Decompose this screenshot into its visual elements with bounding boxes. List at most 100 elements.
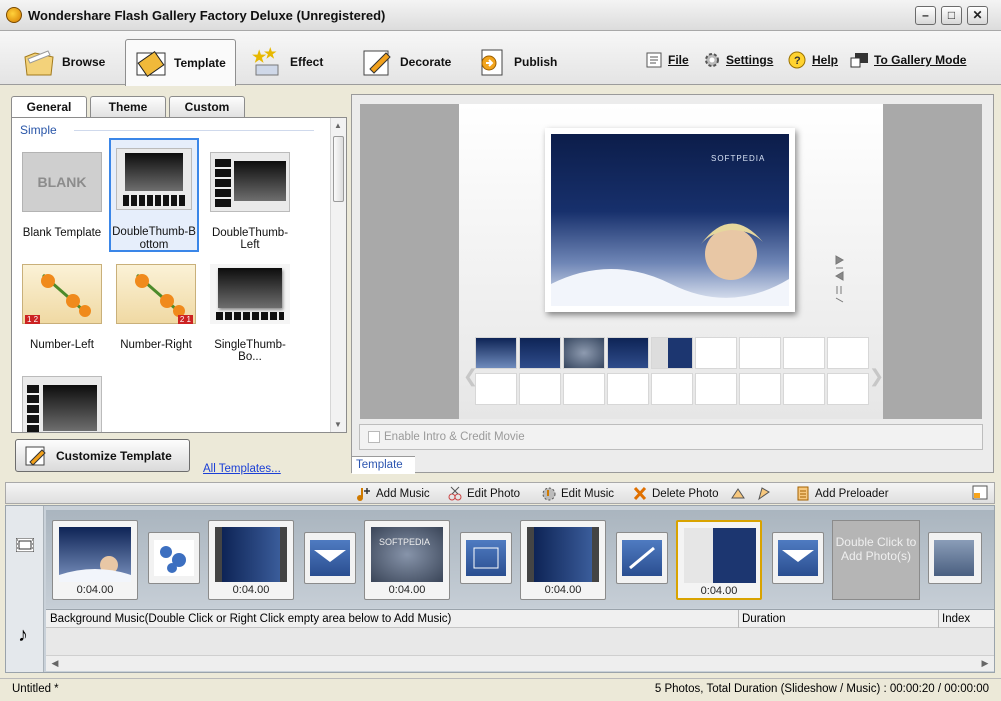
maximize-button[interactable]: □ xyxy=(941,6,962,25)
tab-publish[interactable]: Publish xyxy=(466,39,565,85)
music-col-duration: Duration xyxy=(742,613,786,625)
strip-next-icon[interactable]: ❯ xyxy=(869,366,884,387)
scroll-left-icon[interactable]: ◀ xyxy=(48,658,62,670)
photo-card-selected[interactable]: 0:04.00 xyxy=(676,520,762,600)
thumb-cell[interactable] xyxy=(827,373,869,405)
scroll-right-icon[interactable]: ▶ xyxy=(978,658,992,670)
add-photo-card[interactable]: Double Click to Add Photo(s) xyxy=(832,520,920,600)
template-partial[interactable] xyxy=(17,376,107,432)
pencil-icon xyxy=(360,45,394,79)
settings-menu[interactable]: Settings xyxy=(702,51,773,69)
thumb-cell[interactable] xyxy=(651,337,693,369)
thumb-cell[interactable] xyxy=(519,373,561,405)
music-list[interactable] xyxy=(46,628,994,655)
rotate-right-button[interactable] xyxy=(756,486,776,501)
gallery-mode-link[interactable]: To Gallery Mode xyxy=(850,51,966,69)
customize-template-button[interactable]: Customize Template xyxy=(15,439,190,472)
transition-card[interactable] xyxy=(148,532,200,584)
close-button[interactable]: ✕ xyxy=(967,6,988,25)
template-scrollbar[interactable]: ▲ ▼ xyxy=(330,118,346,432)
tab-custom[interactable]: Custom xyxy=(169,96,245,118)
transition-card[interactable] xyxy=(616,532,668,584)
scroll-thumb[interactable] xyxy=(333,136,344,202)
scroll-up-icon[interactable]: ▲ xyxy=(334,121,342,130)
thumb-cell[interactable] xyxy=(651,373,693,405)
file-menu[interactable]: File xyxy=(644,51,689,69)
thumb-cell[interactable] xyxy=(739,337,781,369)
transition-card[interactable] xyxy=(304,532,356,584)
timeline: ♪ 0:04.00 0:04.00 SOFTPEDIA 0:04.00 0:04… xyxy=(5,505,995,673)
group-label: Simple xyxy=(20,123,57,137)
template-singlethumb-bottom[interactable]: SingleThumb-Bo... xyxy=(205,264,295,363)
photo-card[interactable]: 0:04.00 xyxy=(52,520,138,600)
rotate-left-button[interactable] xyxy=(730,486,750,501)
thumb-cell[interactable] xyxy=(695,373,737,405)
thumb-cell[interactable] xyxy=(783,373,825,405)
template-number-left[interactable]: 1 2 Number-Left xyxy=(17,264,107,351)
all-templates-link[interactable]: All Templates... xyxy=(203,463,281,475)
thumb-cell[interactable] xyxy=(695,337,737,369)
enable-intro-option[interactable]: Enable Intro & Credit Movie xyxy=(359,424,983,450)
folder-icon xyxy=(22,45,56,79)
thumb-cell[interactable] xyxy=(475,373,517,405)
blank-thumb: BLANK xyxy=(22,152,102,212)
thumb-cell[interactable] xyxy=(739,373,781,405)
preview-tab-template[interactable]: Template xyxy=(352,456,415,474)
preview-photo: SOFTPEDIA xyxy=(545,128,795,312)
thumb-cell[interactable] xyxy=(783,337,825,369)
thumb-cell[interactable] xyxy=(563,337,605,369)
svg-text:?: ? xyxy=(794,55,801,67)
minimize-button[interactable]: – xyxy=(915,6,936,25)
thumb-cell[interactable] xyxy=(475,337,517,369)
enable-intro-checkbox[interactable] xyxy=(368,431,380,443)
photo-card[interactable]: SOFTPEDIA 0:04.00 xyxy=(364,520,450,600)
template-doublethumb-left[interactable]: DoubleThumb-Left xyxy=(205,152,295,251)
gear-icon xyxy=(702,51,722,69)
transition-card[interactable] xyxy=(928,532,982,584)
photo-card[interactable]: 0:04.00 xyxy=(520,520,606,600)
thumb-cell[interactable] xyxy=(607,337,649,369)
edit-music-button[interactable]: Edit Music xyxy=(541,486,614,501)
help-menu[interactable]: ? Help xyxy=(788,51,838,69)
thumb-cell[interactable] xyxy=(563,373,605,405)
thumb-cell[interactable] xyxy=(607,373,649,405)
status-bar: Untitled * 5 Photos, Total Duration (Sli… xyxy=(0,678,1001,701)
add-preloader-button[interactable]: Add Preloader xyxy=(795,486,889,501)
add-music-button[interactable]: Add Music xyxy=(356,486,430,501)
music-col-index: Index xyxy=(942,613,971,625)
number-left-thumb: 1 2 xyxy=(22,264,102,324)
timeline-toolbar: Add Music Edit Photo Edit Music Delete P… xyxy=(5,482,995,504)
edit-music-icon xyxy=(541,486,557,501)
thumb-cell[interactable] xyxy=(827,337,869,369)
music-track-icon: ♪ xyxy=(18,624,28,646)
thumb-cell[interactable] xyxy=(519,337,561,369)
file-icon xyxy=(644,51,664,69)
number-right-thumb: 2 1 xyxy=(116,264,196,324)
transition-card[interactable] xyxy=(772,532,824,584)
expand-button[interactable] xyxy=(972,485,992,500)
scroll-down-icon[interactable]: ▼ xyxy=(334,420,342,429)
tab-browse[interactable]: Browse xyxy=(14,39,113,85)
timeline-hscrollbar[interactable]: ◀ ▶ xyxy=(46,655,994,671)
template-blank[interactable]: BLANK Blank Template xyxy=(17,152,107,239)
photo-card[interactable]: 0:04.00 xyxy=(208,520,294,600)
edit-photo-icon xyxy=(447,486,463,501)
template-number-right[interactable]: 2 1 Number-Right xyxy=(111,264,201,351)
edit-photo-button[interactable]: Edit Photo xyxy=(447,486,520,501)
doublethumb-left-thumb xyxy=(210,152,290,212)
rotate-right-icon xyxy=(756,486,772,501)
template-doublethumb-bottom[interactable]: DoubleThumb-Bottom xyxy=(109,138,199,252)
delete-photo-button[interactable]: Delete Photo xyxy=(632,486,719,501)
thumbnail-strip xyxy=(475,337,869,411)
playback-controls[interactable] xyxy=(834,254,845,304)
storyboard: 0:04.00 0:04.00 SOFTPEDIA 0:04.00 0:04.0… xyxy=(46,510,994,608)
film-icon xyxy=(134,46,168,80)
transition-card[interactable] xyxy=(460,532,512,584)
tab-theme[interactable]: Theme xyxy=(90,96,166,118)
preview-stage: SOFTPEDIA ❮ ❯ xyxy=(360,104,982,419)
status-right: 5 Photos, Total Duration (Slideshow / Mu… xyxy=(654,683,989,695)
tab-effect[interactable]: ★ ★ Effect xyxy=(242,39,331,85)
tab-template[interactable]: Template xyxy=(125,39,236,86)
strip-prev-icon[interactable]: ❮ xyxy=(463,366,478,387)
tab-decorate[interactable]: Decorate xyxy=(352,39,459,85)
